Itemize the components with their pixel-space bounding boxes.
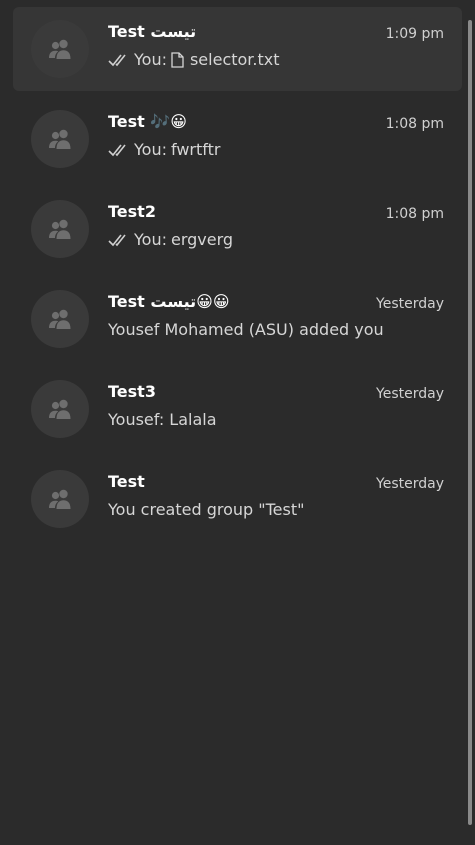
chat-sender: You:	[134, 140, 167, 159]
chat-time: 1:08 pm	[385, 116, 444, 132]
group-icon	[49, 39, 71, 59]
chat-item[interactable]: Test Yesterday You created group "Test"	[13, 457, 462, 541]
chat-message: Yousef Mohamed (ASU) added you	[108, 320, 384, 339]
chat-message: fwrtftr	[170, 140, 221, 159]
chat-message: You created group "Test"	[108, 500, 305, 519]
chat-preview: You: fwrtftr	[108, 139, 220, 161]
chat-time: Yesterday	[376, 296, 444, 312]
chat-item[interactable]: Test 🎶😀 1:08 pm You: fwrtftr	[13, 97, 462, 181]
group-avatar	[31, 110, 89, 168]
chat-sender: You:	[134, 230, 167, 249]
chat-message: ergverg	[170, 230, 234, 249]
chat-time: Yesterday	[376, 386, 444, 402]
chat-title: Test 🎶😀	[108, 112, 187, 131]
group-avatar	[31, 20, 89, 78]
chat-preview: Yousef Mohamed (ASU) added you	[108, 319, 384, 341]
group-icon	[49, 489, 71, 509]
chat-preview: You: selector.txt	[108, 49, 280, 71]
chat-title: Test تيست	[108, 22, 197, 41]
double-check-icon	[108, 54, 126, 67]
chat-title: Test	[108, 472, 145, 491]
group-icon	[49, 129, 71, 149]
chat-item[interactable]: Test3 Yesterday Yousef: Lalala	[13, 367, 462, 451]
group-avatar	[31, 290, 89, 348]
double-check-icon	[108, 144, 126, 157]
group-icon	[49, 309, 71, 329]
group-avatar	[31, 470, 89, 528]
file-icon	[171, 52, 184, 68]
chat-title: Test3	[108, 382, 156, 401]
chat-preview: You: ergverg	[108, 229, 233, 251]
chat-time: Yesterday	[376, 476, 444, 492]
chat-sender: You:	[134, 50, 167, 69]
group-avatar	[31, 200, 89, 258]
chat-time: 1:08 pm	[385, 206, 444, 222]
chat-preview: You created group "Test"	[108, 499, 304, 521]
chat-message: Yousef: Lalala	[108, 410, 217, 429]
chat-list-panel: Test تيست 1:09 pm You: selector.txt Test…	[0, 0, 475, 845]
chat-item[interactable]: Test تيست😀😀 Yesterday Yousef Mohamed (AS…	[13, 277, 462, 361]
double-check-icon	[108, 234, 126, 247]
group-icon	[49, 219, 71, 239]
chat-preview: Yousef: Lalala	[108, 409, 217, 431]
chat-message: selector.txt	[189, 50, 280, 69]
chat-title: Test تيست😀😀	[108, 292, 230, 311]
group-avatar	[31, 380, 89, 438]
chat-item[interactable]: Test2 1:08 pm You: ergverg	[13, 187, 462, 271]
scrollbar[interactable]	[468, 20, 472, 825]
chat-item[interactable]: Test تيست 1:09 pm You: selector.txt	[13, 7, 462, 91]
chat-title: Test2	[108, 202, 156, 221]
group-icon	[49, 399, 71, 419]
chat-time: 1:09 pm	[385, 26, 444, 42]
